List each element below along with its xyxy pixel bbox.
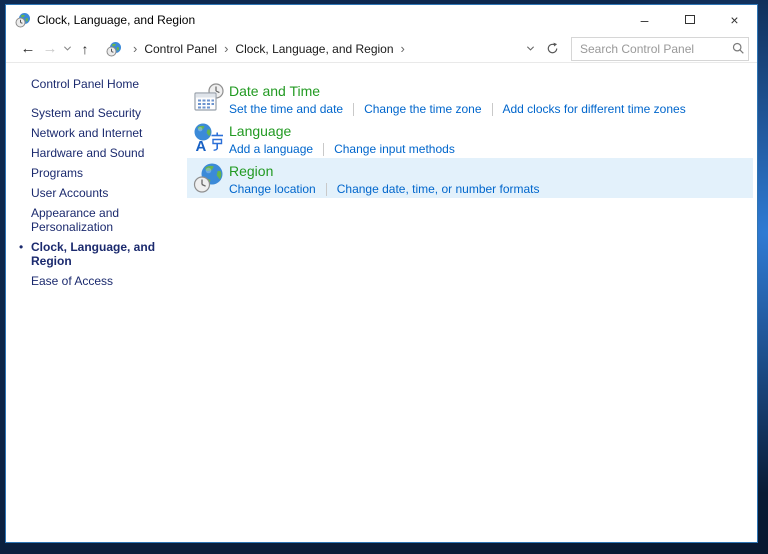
- sidebar-item-programs[interactable]: Programs: [31, 166, 173, 180]
- link-separator: [491, 102, 493, 116]
- minimize-button[interactable]: –: [622, 5, 667, 34]
- sidebar-item-network-and-internet[interactable]: Network and Internet: [31, 126, 173, 140]
- sidebar-control-panel-home[interactable]: Control Panel Home: [31, 77, 187, 91]
- breadcrumb-separator: ›: [133, 41, 138, 56]
- back-icon: ←: [20, 40, 36, 57]
- sidebar-item-system-and-security[interactable]: System and Security: [31, 106, 173, 120]
- chevron-down-icon: [526, 46, 534, 51]
- task-set-time-and-date[interactable]: Set the time and date: [229, 101, 343, 117]
- region-tasks: Change location Change date, time, or nu…: [229, 181, 540, 197]
- chevron-down-icon: [63, 46, 71, 51]
- close-icon: ×: [730, 11, 739, 28]
- address-dropdown-button[interactable]: [519, 36, 541, 62]
- applet-list: Date and Time Set the time and date Chan…: [187, 63, 757, 542]
- task-change-formats[interactable]: Change date, time, or number formats: [337, 181, 540, 197]
- window-controls: – ×: [622, 5, 757, 35]
- link-separator: [325, 182, 327, 196]
- language-icon[interactable]: A: [193, 122, 225, 154]
- task-add-language[interactable]: Add a language: [229, 141, 313, 157]
- task-change-input-methods[interactable]: Change input methods: [334, 141, 455, 157]
- language-link[interactable]: Language: [229, 123, 455, 140]
- sidebar-item-hardware-and-sound[interactable]: Hardware and Sound: [31, 146, 173, 160]
- link-separator: [353, 102, 355, 116]
- navigation-bar: ← → ↑ › Control Panel › Clock, Language,…: [6, 35, 757, 63]
- sidebar-item-ease-of-access[interactable]: Ease of Access: [31, 274, 173, 288]
- address-bar[interactable]: › Control Panel › Clock, Language, and R…: [102, 35, 563, 62]
- clock-region-app-icon: [15, 12, 31, 28]
- minimize-icon: –: [640, 11, 649, 28]
- sidebar-item-user-accounts[interactable]: User Accounts: [31, 186, 173, 200]
- search-input[interactable]: [572, 41, 728, 56]
- search-box: [571, 36, 749, 61]
- forward-icon: →: [42, 40, 58, 57]
- search-icon[interactable]: [728, 42, 748, 55]
- date-and-time-link[interactable]: Date and Time: [229, 83, 686, 100]
- back-button[interactable]: ←: [16, 36, 40, 62]
- breadcrumb-separator[interactable]: ›: [217, 41, 235, 56]
- up-icon: ↑: [81, 40, 89, 57]
- sidebar-item-clock-language-region[interactable]: • Clock, Language, and Region: [19, 240, 173, 268]
- link-separator: [323, 142, 325, 156]
- recent-pages-button[interactable]: [60, 36, 74, 62]
- refresh-button[interactable]: [541, 36, 563, 62]
- up-button[interactable]: ↑: [74, 36, 96, 62]
- breadcrumb-current-page[interactable]: Clock, Language, and Region: [235, 42, 393, 56]
- close-button[interactable]: ×: [712, 5, 757, 34]
- sidebar-item-appearance-and-personalization[interactable]: Appearance and Personalization: [31, 206, 173, 234]
- content-area: Control Panel Home System and Security N…: [6, 63, 757, 542]
- region-row: Region Change location Change date, time…: [187, 158, 753, 198]
- date-time-icon[interactable]: [193, 82, 225, 114]
- sidebar-item-label: Clock, Language, and Region: [31, 240, 156, 268]
- maximize-button[interactable]: [667, 5, 712, 34]
- window-title: Clock, Language, and Region: [37, 13, 196, 27]
- breadcrumb-separator[interactable]: ›: [394, 41, 412, 56]
- language-tasks: Add a language Change input methods: [229, 141, 455, 157]
- refresh-icon: [547, 42, 557, 54]
- titlebar: Clock, Language, and Region – ×: [6, 5, 757, 35]
- date-and-time-tasks: Set the time and date Change the time zo…: [229, 101, 686, 117]
- sidebar: Control Panel Home System and Security N…: [6, 63, 187, 542]
- task-change-time-zone[interactable]: Change the time zone: [364, 101, 481, 117]
- region-link[interactable]: Region: [229, 163, 540, 180]
- task-change-location[interactable]: Change location: [229, 181, 316, 197]
- date-and-time-row: Date and Time Set the time and date Chan…: [187, 78, 753, 118]
- maximize-icon: [684, 15, 695, 24]
- breadcrumb-control-panel[interactable]: Control Panel: [144, 42, 217, 56]
- language-row: A Language Add a language Change input m…: [187, 118, 753, 158]
- active-item-bullet: •: [19, 240, 24, 254]
- sidebar-category-list: System and Security Network and Internet…: [19, 106, 187, 288]
- address-bar-tail: [519, 36, 563, 62]
- forward-button[interactable]: →: [40, 36, 60, 62]
- region-icon[interactable]: [193, 162, 225, 194]
- task-add-clocks[interactable]: Add clocks for different time zones: [503, 101, 686, 117]
- control-panel-window: Clock, Language, and Region – × ← → ↑ › …: [5, 4, 758, 543]
- svg-text:A: A: [196, 138, 207, 154]
- control-panel-icon: [106, 41, 122, 57]
